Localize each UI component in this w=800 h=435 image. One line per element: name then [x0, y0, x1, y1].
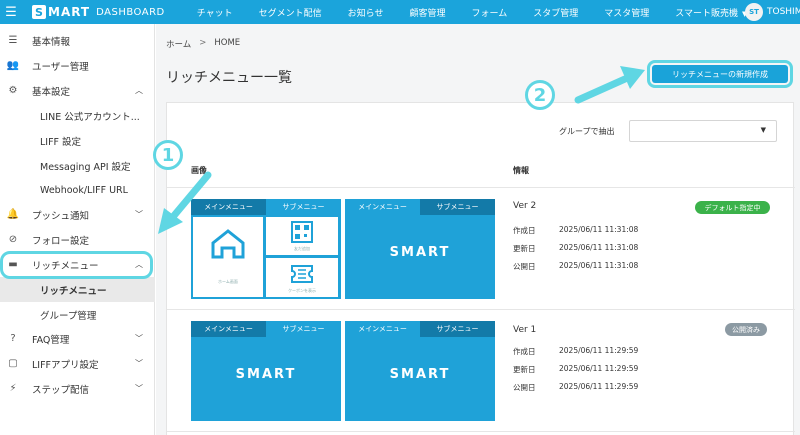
arrow-to-create-button	[574, 66, 645, 104]
annotation-arrows	[158, 66, 645, 234]
arrow-to-richmenu	[158, 171, 212, 234]
